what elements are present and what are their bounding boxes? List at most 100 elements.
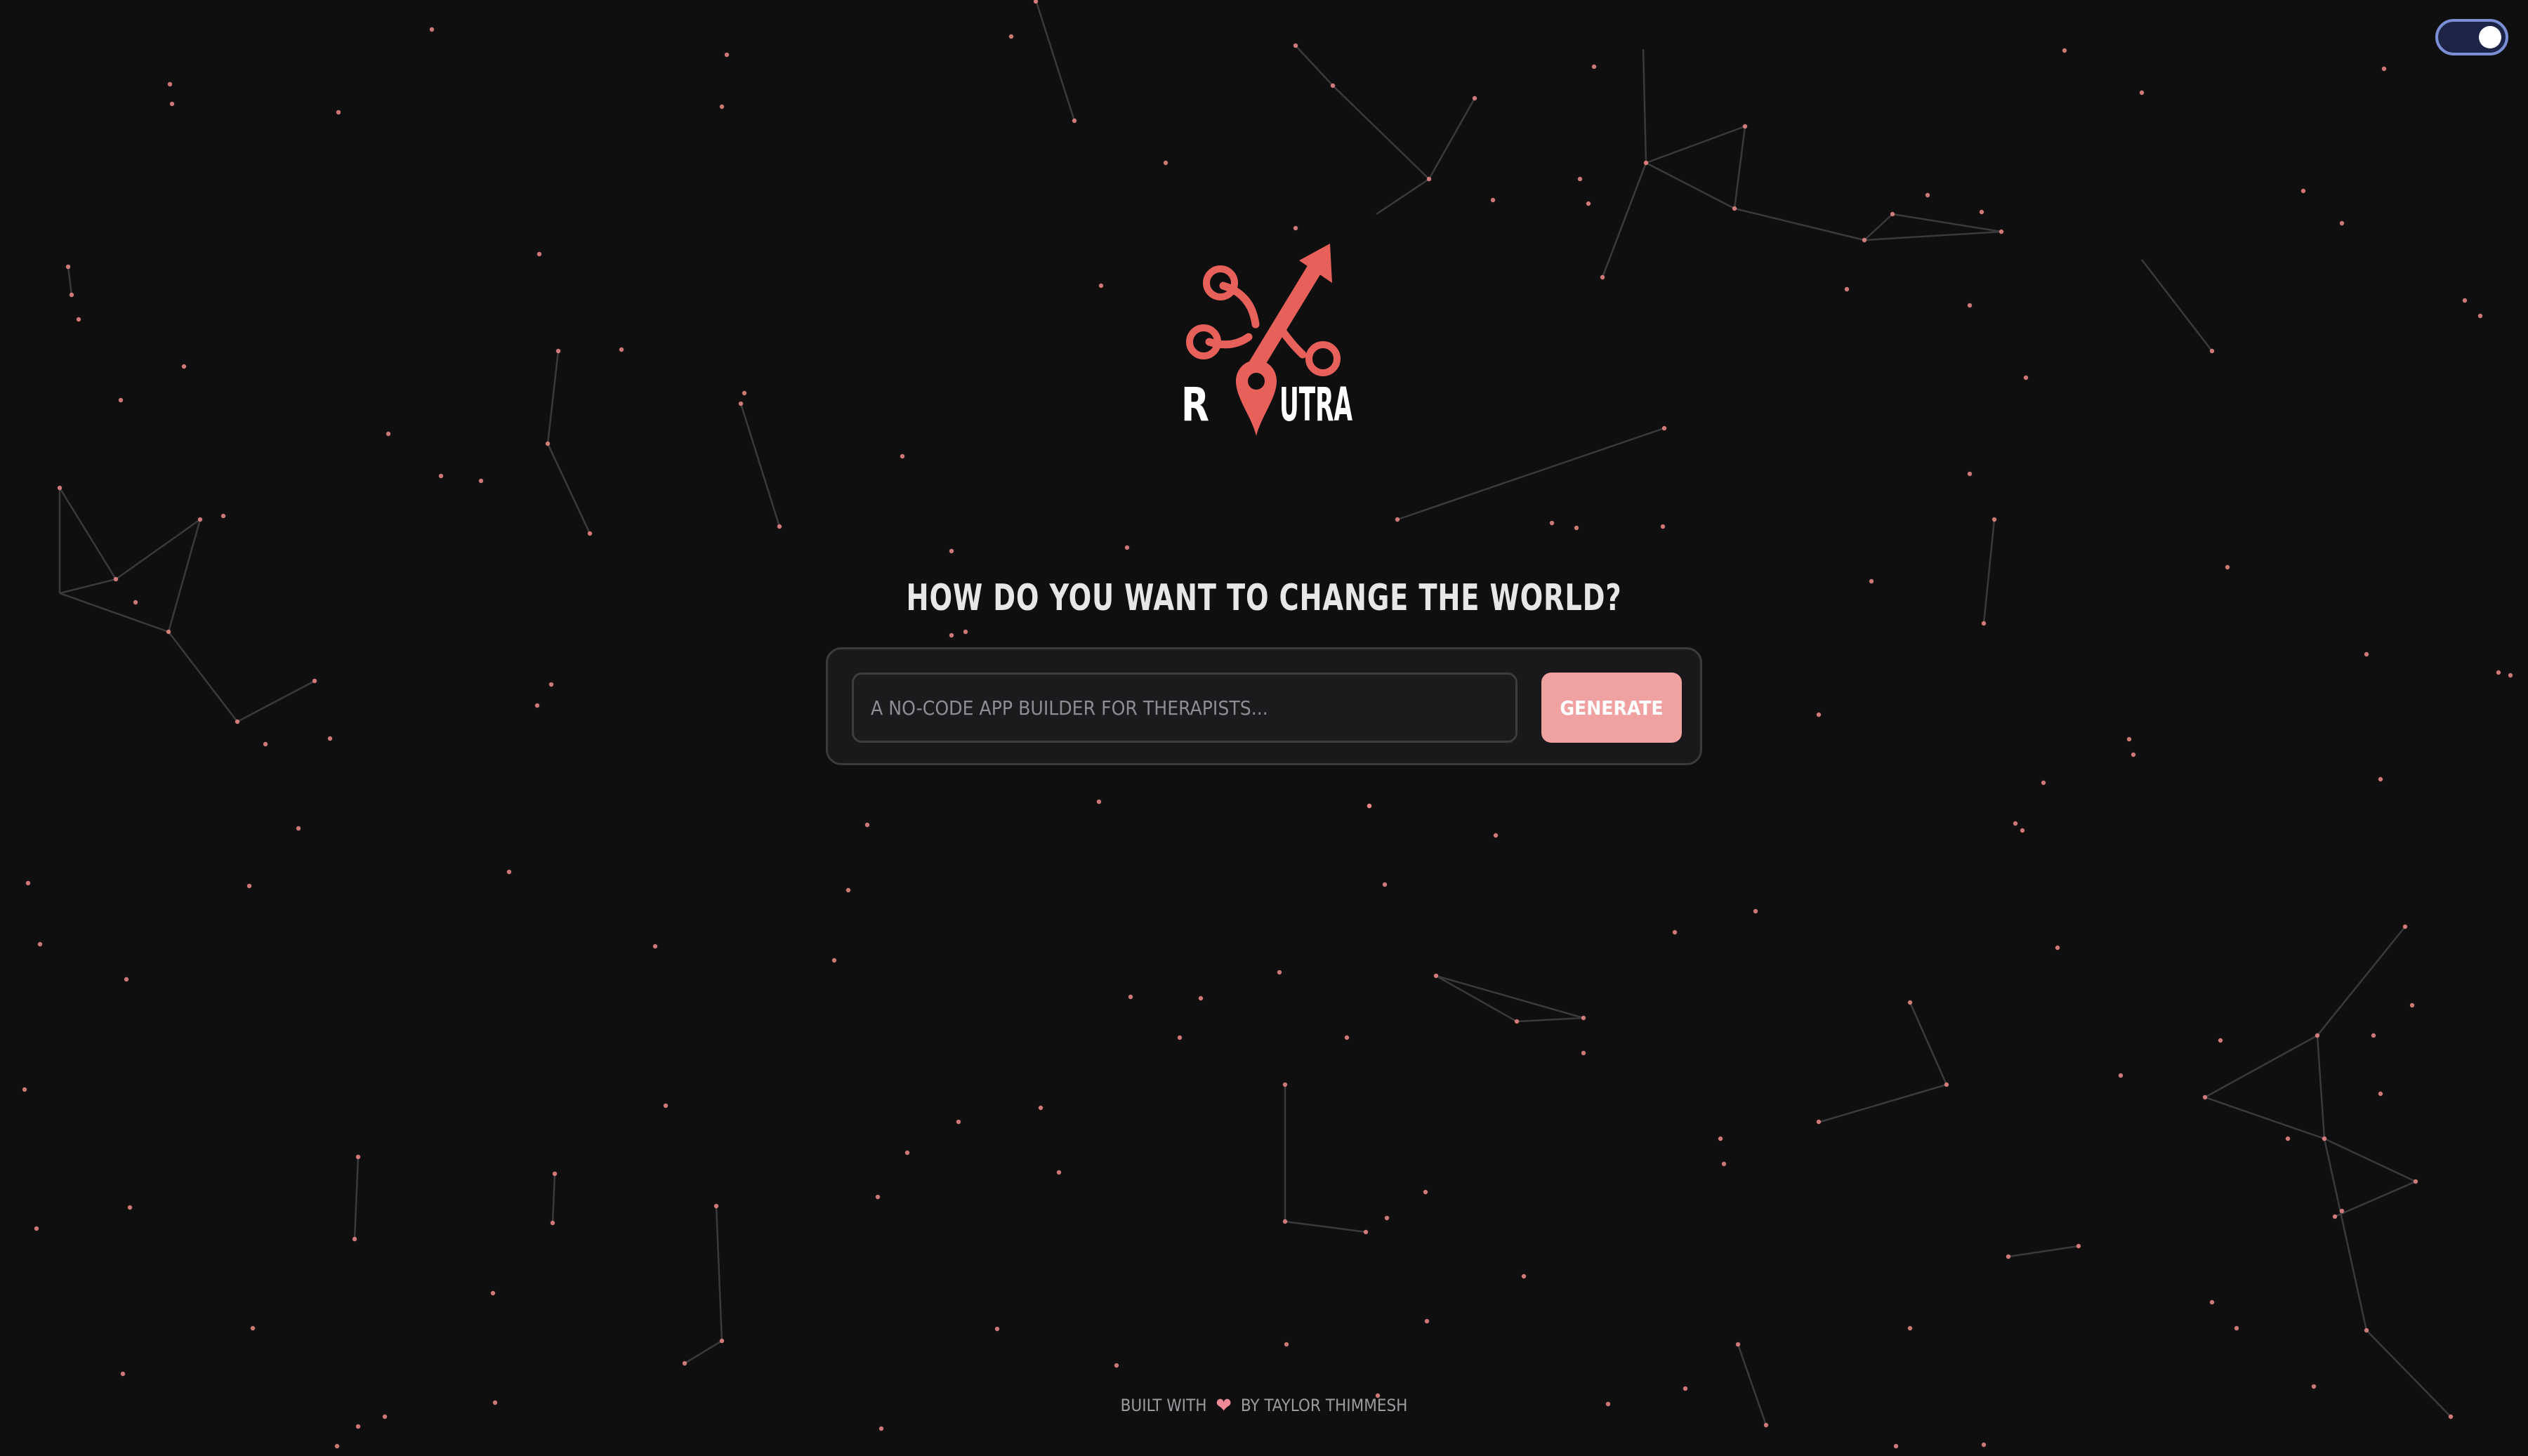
star-dot (478, 478, 484, 484)
star-dot (2311, 1384, 2317, 1389)
star-dot (76, 317, 81, 322)
star-dot (1981, 1442, 1987, 1448)
routra-logo: R UTRA (1174, 237, 1354, 440)
star-dot (548, 682, 554, 687)
star-dot (1660, 524, 1666, 529)
star-dot (1038, 1105, 1044, 1111)
page-title: HOW DO YOU WANT TO CHANGE THE WORLD? (906, 577, 1622, 619)
logo-wordmark-r: R (1181, 378, 1209, 432)
constellation-line (1397, 427, 1665, 521)
star-dot (845, 887, 851, 893)
star-dot (1992, 517, 1997, 522)
star-dot (2209, 1299, 2215, 1305)
star-dot (587, 531, 593, 536)
star-dot (2055, 945, 2060, 951)
star-dot (2076, 1243, 2081, 1249)
star-dot (166, 629, 171, 635)
star-dot (1490, 197, 1496, 203)
star-dot (2023, 375, 2029, 380)
star-dot (2496, 670, 2501, 675)
constellation-line (59, 578, 117, 595)
constellation-line (2141, 259, 2213, 352)
star-dot (2225, 564, 2230, 570)
star-dot (2508, 673, 2513, 678)
star-dot (355, 1424, 361, 1429)
star-dot (1753, 908, 1758, 914)
star-dot (355, 1154, 361, 1160)
star-dot (552, 1171, 558, 1177)
star-dot (1277, 969, 1282, 975)
star-dot (1284, 1342, 1289, 1347)
star-dot (1344, 1035, 1350, 1040)
star-dot (220, 513, 226, 519)
star-dot (2285, 1136, 2291, 1141)
constellation-line (739, 403, 781, 527)
star-dot (1586, 201, 1591, 206)
star-dot (1862, 237, 1867, 243)
generate-button[interactable]: GENERATE (1541, 673, 1682, 743)
star-dot (133, 600, 138, 605)
star-dot (167, 81, 173, 87)
star-dot (1683, 1386, 1688, 1391)
star-dot (1363, 1229, 1369, 1235)
constellation-line (2204, 1034, 2318, 1099)
constellation-line (1642, 48, 1647, 164)
constellation-line (1864, 230, 2002, 241)
star-dot (506, 869, 512, 875)
star-dot (1282, 1082, 1288, 1087)
constellation-line (1376, 178, 1430, 216)
theme-toggle-knob (2479, 26, 2501, 48)
constellation-line (59, 592, 169, 633)
footer-prefix: BUILT WITH (1120, 1396, 1207, 1415)
star-dot (2339, 1208, 2345, 1214)
star-dot (742, 390, 747, 396)
constellation-line (2204, 1096, 2325, 1140)
star-dot (2364, 1328, 2369, 1333)
star-dot (682, 1361, 687, 1366)
constellation-line (353, 1156, 360, 1240)
star-dot (2477, 313, 2483, 319)
star-dot (949, 548, 954, 554)
star-dot (1072, 118, 1077, 124)
star-dot (1384, 1215, 1390, 1221)
star-dot (118, 397, 124, 403)
constellation-line (2008, 1245, 2079, 1258)
star-dot (235, 719, 240, 724)
star-dot (57, 485, 62, 491)
star-dot (1967, 303, 1973, 308)
constellation-line (1284, 1220, 1367, 1233)
constellation-line (67, 266, 73, 296)
star-dot (663, 1103, 669, 1108)
constellation-line (1864, 213, 1893, 241)
star-dot (2409, 1002, 2415, 1008)
star-dot (429, 27, 435, 32)
star-dot (490, 1290, 496, 1296)
constellation-line (684, 1339, 723, 1365)
star-dot (900, 454, 905, 459)
star-dot (1718, 1136, 1723, 1141)
constellation-line (1034, 0, 1076, 121)
star-dot (127, 1205, 133, 1210)
star-dot (719, 1338, 725, 1344)
star-dot (2402, 924, 2408, 929)
star-dot (2062, 48, 2067, 53)
star-dot (25, 880, 31, 886)
star-dot (1999, 229, 2004, 234)
star-dot (1163, 160, 1168, 166)
star-dot (246, 883, 252, 889)
star-dot (2041, 780, 2046, 786)
constellation-line (546, 350, 560, 444)
star-dot (1816, 1119, 1822, 1125)
star-dot (1600, 274, 1605, 280)
star-dot (713, 1203, 719, 1209)
star-dot (738, 401, 744, 406)
idea-input[interactable] (852, 673, 1518, 743)
star-dot (1925, 192, 1930, 198)
constellation-line (115, 518, 201, 581)
star-dot (2381, 66, 2387, 72)
theme-toggle[interactable] (2435, 19, 2508, 55)
star-dot (719, 104, 725, 110)
star-dot (2364, 651, 2369, 657)
star-dot (263, 741, 268, 747)
star-dot (1282, 1219, 1288, 1224)
